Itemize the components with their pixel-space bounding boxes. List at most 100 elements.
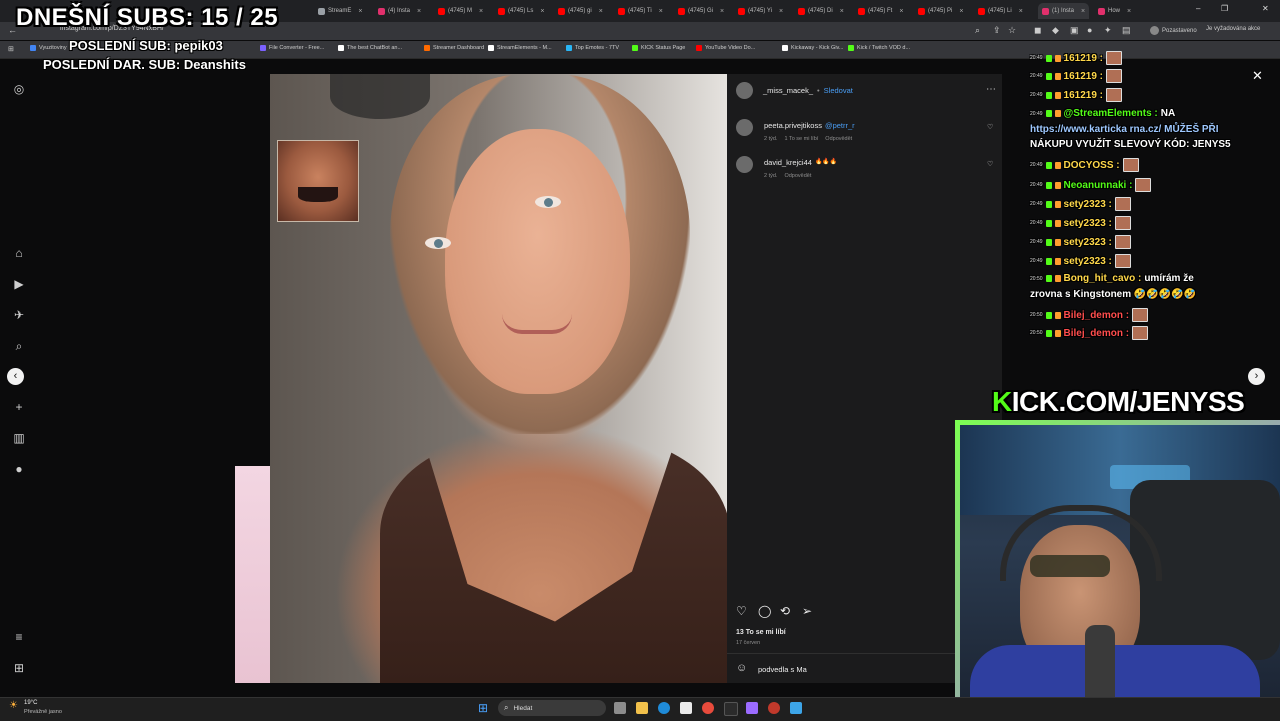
search-icon[interactable]: ⌕ (12, 339, 26, 353)
browser-tab[interactable]: (4745) M × (438, 3, 483, 19)
share-icon[interactable]: ➢ (802, 604, 812, 618)
comment-avatar[interactable] (736, 119, 753, 136)
browser-tab[interactable]: (4) Insta × (378, 3, 421, 19)
browser-tab[interactable]: (4745) Ti × (618, 3, 663, 19)
like-comment-icon[interactable]: ♡ (987, 123, 993, 131)
close-post-icon[interactable]: ✕ (1252, 68, 1263, 84)
tab-close-icon[interactable]: × (720, 8, 724, 15)
browser-tab[interactable]: (4745) Ft × (858, 3, 903, 19)
reply-button[interactable]: Odpovědět (825, 136, 852, 142)
browser-tab[interactable]: (4745) Gi × (678, 3, 724, 19)
tab-close-icon[interactable]: × (479, 8, 483, 15)
reply-button[interactable]: Odpovědět (784, 173, 811, 179)
comment-mention[interactable]: @petrr_r (825, 121, 855, 130)
likes-count[interactable]: 13 To se mi líbí (736, 629, 786, 636)
browser-tab[interactable]: (1) Insta × (1038, 3, 1090, 19)
comment-likes[interactable]: 1 To se mi líbí (784, 136, 818, 142)
store-icon[interactable] (680, 702, 692, 714)
like-icon[interactable]: ♡ (736, 604, 747, 618)
profile-paused[interactable]: Pozastaveno (1150, 26, 1197, 35)
sidebar-icon[interactable]: ▤ (1122, 25, 1131, 36)
follow-button[interactable]: Sledovat (824, 86, 853, 95)
more-icon[interactable]: ⊞ (12, 661, 26, 675)
browser-tab[interactable]: StreamE × (318, 3, 362, 19)
more-options-icon[interactable]: ⋯ (986, 84, 996, 95)
comment-username[interactable]: peeta.privejtikoss (764, 121, 822, 130)
taskbar-search[interactable]: ⌕ Hledat (498, 700, 606, 716)
tab-close-icon[interactable]: × (1127, 8, 1131, 15)
browser-tab[interactable]: (4745) Ls × (498, 3, 544, 19)
extension-icon[interactable]: ◼ (1034, 25, 1041, 36)
bookmark-item[interactable]: Vyuzitoviny (30, 45, 67, 51)
browser-tab[interactable]: (4745) Yi × (738, 3, 783, 19)
bookmark-item[interactable]: File Converter - Free... (260, 45, 324, 51)
comment-avatar[interactable] (736, 156, 753, 173)
browser-tab[interactable]: (4745) Di × (798, 3, 844, 19)
windows-start-icon[interactable]: ⊞ (478, 701, 488, 715)
comment-input[interactable]: podvedla s Ma (758, 665, 807, 674)
chrome-icon[interactable] (702, 702, 714, 714)
maximize-icon[interactable]: ❐ (1221, 4, 1228, 13)
previous-post-button[interactable]: ‹ (7, 368, 24, 385)
update-required-button[interactable]: Je vyžadována akce (1206, 26, 1260, 32)
bookmark-item[interactable]: Streamer Dashboard (424, 45, 484, 51)
tab-close-icon[interactable]: × (959, 8, 963, 15)
bookmark-item[interactable]: Top Emotes - 7TV (566, 45, 619, 51)
comment-username[interactable]: david_krejci44 (764, 158, 812, 167)
tab-close-icon[interactable]: × (417, 8, 421, 15)
dashboard-icon[interactable]: ▥ (12, 431, 26, 445)
bookmark-item[interactable]: Kick / Twitch VOD d... (848, 45, 910, 51)
task-view-icon[interactable] (614, 702, 626, 714)
bookmark-item[interactable]: Kickaway - Kick Giv... (782, 45, 843, 51)
browser-tab[interactable]: (4745) Pi × (918, 3, 963, 19)
home-icon[interactable]: ⌂ (12, 246, 26, 260)
weather-icon[interactable]: ☀ (9, 700, 18, 711)
weather-temp[interactable]: 19°C (24, 700, 37, 706)
comment-icon[interactable]: ◯ (758, 604, 771, 618)
profile-icon[interactable]: ● (12, 462, 26, 476)
tab-close-icon[interactable]: × (599, 8, 603, 15)
messages-icon[interactable]: ✈ (12, 308, 26, 322)
tab-close-icon[interactable]: × (1081, 8, 1085, 15)
tab-close-icon[interactable]: × (358, 8, 362, 15)
menu-icon[interactable]: ≡ (12, 630, 26, 644)
reels-icon[interactable]: ▶ (12, 277, 26, 291)
repost-icon[interactable]: ⟲ (780, 604, 790, 618)
tab-close-icon[interactable]: × (779, 8, 783, 15)
extension-icon[interactable]: ● (1087, 25, 1092, 35)
next-post-button[interactable]: › (1248, 368, 1265, 385)
bookmark-item[interactable]: StreamElements - M... (488, 45, 552, 51)
extension-icon[interactable]: ◆ (1052, 25, 1059, 36)
extension-icon[interactable]: ▣ (1070, 25, 1079, 36)
tab-close-icon[interactable]: × (899, 8, 903, 15)
author-avatar[interactable] (736, 82, 753, 99)
obs-icon[interactable] (768, 702, 780, 714)
file-explorer-icon[interactable] (636, 702, 648, 714)
apps-icon[interactable]: ⊞ (8, 45, 14, 53)
create-icon[interactable]: + (12, 400, 26, 414)
browser-tab[interactable]: How × (1098, 3, 1131, 19)
browser-tab[interactable]: (4745) gi × (558, 3, 603, 19)
bookmark-item[interactable]: YouTube Video Do... (696, 45, 755, 51)
bookmark-item[interactable]: KICK Status Page (632, 45, 685, 51)
search-icon[interactable]: ⌕ (975, 25, 980, 36)
extensions-puzzle-icon[interactable]: ✦ (1104, 25, 1112, 36)
emoji-icon[interactable]: ☺ (736, 662, 747, 674)
app-icon[interactable] (790, 702, 802, 714)
author-username[interactable]: _miss_macek_ (763, 86, 813, 95)
tab-close-icon[interactable]: × (659, 8, 663, 15)
bookmark-star-icon[interactable]: ☆ (1008, 25, 1016, 36)
tab-close-icon[interactable]: × (540, 8, 544, 15)
like-comment-icon[interactable]: ♡ (987, 160, 993, 168)
share-icon[interactable]: ⇪ (993, 25, 1001, 36)
minimize-icon[interactable]: – (1196, 4, 1200, 13)
browser-tab[interactable]: (4745) Li × (978, 3, 1023, 19)
edge-icon[interactable] (658, 702, 670, 714)
tab-close-icon[interactable]: × (840, 8, 844, 15)
bookmark-item[interactable]: The best ChatBot an... (338, 45, 402, 51)
tab-close-icon[interactable]: × (1019, 8, 1023, 15)
instagram-logo-icon[interactable]: ◎ (12, 82, 26, 96)
app-icon[interactable] (746, 702, 758, 714)
terminal-icon[interactable] (724, 702, 738, 716)
close-window-icon[interactable]: ✕ (1262, 4, 1269, 13)
